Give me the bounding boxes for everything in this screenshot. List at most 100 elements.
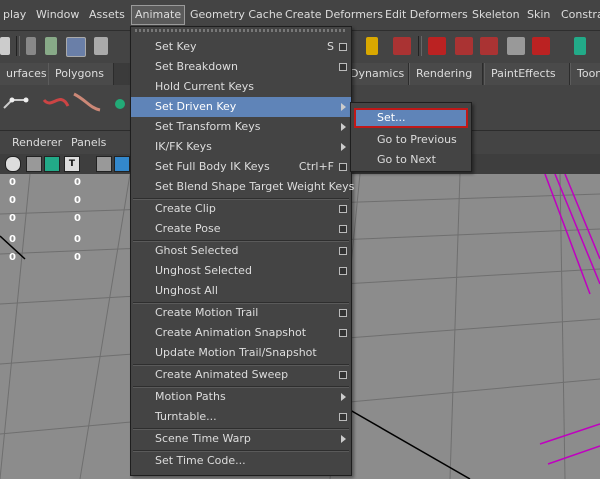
option-box-icon[interactable] — [339, 225, 347, 233]
tab-rendering[interactable]: Rendering — [409, 63, 483, 85]
submenu-item-go-to-previous[interactable]: Go to Previous — [351, 130, 471, 150]
text-tool-icon[interactable]: T — [64, 156, 80, 172]
lock-icon[interactable] — [366, 37, 378, 55]
channel-value: 0 — [9, 177, 16, 188]
snap-to-grid-icon[interactable] — [428, 37, 446, 55]
tab-toon[interactable]: Toon — [570, 63, 600, 85]
menu-geometry-cache[interactable]: Geometry Cache — [187, 6, 286, 24]
menu-create-deformers[interactable]: Create Deformers — [282, 6, 386, 24]
object-mode-icon[interactable] — [66, 37, 86, 57]
submenu-item-go-to-next[interactable]: Go to Next — [351, 150, 471, 170]
menu-item-set-full-body-ik-keys[interactable]: Set Full Body IK Keys Ctrl+F — [131, 157, 351, 177]
wireframe-toggle-icon[interactable] — [5, 156, 21, 172]
smooth-shade-icon[interactable] — [26, 156, 42, 172]
magnet-icon[interactable] — [532, 37, 550, 55]
cluster-icon[interactable] — [115, 99, 125, 109]
curve-tool-icon[interactable] — [42, 98, 70, 107]
tab-dynamics[interactable]: Dynamics — [343, 63, 409, 85]
toolbar-divider — [418, 36, 422, 56]
menu-item-set-breakdown[interactable]: Set Breakdown — [131, 57, 351, 77]
submenu-arrow-icon — [341, 143, 346, 151]
menu-item-set-key[interactable]: Set Key S — [131, 37, 351, 57]
menu-item-unghost-all[interactable]: Unghost All — [131, 281, 351, 301]
menu-edit-deformers[interactable]: Edit Deformers — [382, 6, 471, 24]
menu-item-turntable[interactable]: Turntable... — [131, 407, 351, 427]
submenu-arrow-icon — [341, 435, 346, 443]
menu-item-set-transform-keys[interactable]: Set Transform Keys — [131, 117, 351, 137]
snap-to-plane-icon[interactable] — [507, 37, 525, 55]
menu-item-set-driven-key[interactable]: Set Driven Key — [131, 97, 351, 117]
channel-value: 0 — [9, 213, 16, 224]
channel-value: 0 — [74, 213, 81, 224]
hierarchy-mode-icon[interactable] — [45, 37, 57, 55]
tear-off-handle[interactable] — [135, 29, 347, 32]
channel-value: 0 — [9, 252, 16, 263]
option-box-icon[interactable] — [339, 247, 347, 255]
menu-item-create-animation-snapshot[interactable]: Create Animation Snapshot — [131, 323, 351, 343]
cube-view-icon[interactable] — [96, 156, 112, 172]
channel-value: 0 — [74, 252, 81, 263]
joint-icon[interactable] — [9, 97, 15, 103]
menu-item-hold-current-keys[interactable]: Hold Current Keys — [131, 77, 351, 97]
snap-to-curve-icon[interactable] — [455, 37, 473, 55]
menu-item-create-clip[interactable]: Create Clip — [131, 199, 351, 219]
save-scene-icon[interactable] — [0, 37, 10, 55]
option-box-icon[interactable] — [339, 205, 347, 213]
menu-item-ghost-selected[interactable]: Ghost Selected — [131, 241, 351, 261]
animate-menu: Set Key S Set Breakdown Hold Current Key… — [130, 26, 354, 476]
shelf-icon-strip — [3, 92, 125, 112]
option-box-icon[interactable] — [339, 329, 347, 337]
lighting-icon[interactable] — [114, 156, 130, 172]
menu-constrain[interactable]: Constra — [558, 6, 600, 24]
menu-item-set-time-code[interactable]: Set Time Code... — [131, 451, 351, 471]
channel-value: 0 — [9, 234, 16, 245]
menu-item-create-motion-trail[interactable]: Create Motion Trail — [131, 303, 351, 323]
joint-icon[interactable] — [23, 97, 29, 103]
menu-renderer[interactable]: Renderer — [12, 136, 62, 149]
option-box-icon[interactable] — [339, 413, 347, 421]
menu-item-create-animated-sweep[interactable]: Create Animated Sweep — [131, 365, 351, 385]
magenta-curves[interactable] — [539, 174, 600, 465]
option-box-icon[interactable] — [339, 309, 347, 317]
option-box-icon[interactable] — [339, 371, 347, 379]
submenu-item-set[interactable]: Set... — [354, 108, 468, 128]
submenu-arrow-icon — [341, 123, 346, 131]
option-box-icon[interactable] — [339, 163, 347, 171]
channel-value: 0 — [9, 195, 16, 206]
submenu-arrow-icon — [341, 393, 346, 401]
channel-value: 0 — [74, 234, 81, 245]
ik-handle-icon[interactable] — [3, 99, 26, 109]
option-box-icon[interactable] — [339, 267, 347, 275]
menu-item-scene-time-warp[interactable]: Scene Time Warp — [131, 429, 351, 449]
menu-panels[interactable]: Panels — [71, 136, 106, 149]
menu-item-unghost-selected[interactable]: Unghost Selected — [131, 261, 351, 281]
menu-display[interactable]: play — [0, 6, 29, 24]
spline-ik-icon[interactable] — [73, 92, 101, 112]
set-driven-key-submenu: Set... Go to Previous Go to Next — [350, 102, 472, 172]
texture-icon[interactable] — [44, 156, 60, 172]
option-box-icon[interactable] — [339, 43, 347, 51]
snap-to-point-icon[interactable] — [480, 37, 498, 55]
menu-assets[interactable]: Assets — [86, 6, 128, 24]
menu-item-set-blend-shape-target-weight-keys[interactable]: Set Blend Shape Target Weight Keys — [131, 177, 354, 197]
menu-window[interactable]: Window — [33, 6, 82, 24]
menu-skeleton[interactable]: Skeleton — [469, 6, 523, 24]
tab-polygons[interactable]: Polygons — [48, 63, 114, 85]
option-box-icon[interactable] — [339, 63, 347, 71]
menu-item-ik-fk-keys[interactable]: IK/FK Keys — [131, 137, 351, 157]
channel-value: 0 — [74, 195, 81, 206]
component-mode-icon[interactable] — [94, 37, 108, 55]
tab-painteffects[interactable]: PaintEffects — [484, 63, 570, 85]
menu-animate[interactable]: Animate — [131, 5, 186, 25]
channel-value: 0 — [74, 177, 81, 188]
select-mode-icon[interactable] — [26, 37, 36, 55]
menu-item-update-motion-trail-snapshot[interactable]: Update Motion Trail/Snapshot — [131, 343, 351, 363]
submenu-arrow-icon — [341, 103, 346, 111]
menu-skin[interactable]: Skin — [524, 6, 553, 24]
menu-item-create-pose[interactable]: Create Pose — [131, 219, 351, 239]
menu-item-motion-paths[interactable]: Motion Paths — [131, 387, 351, 407]
history-icon[interactable] — [574, 37, 586, 55]
toolbar-divider — [16, 36, 20, 56]
select-by-handle-icon[interactable] — [393, 37, 411, 55]
tab-surfaces[interactable]: urfaces — [0, 63, 49, 85]
